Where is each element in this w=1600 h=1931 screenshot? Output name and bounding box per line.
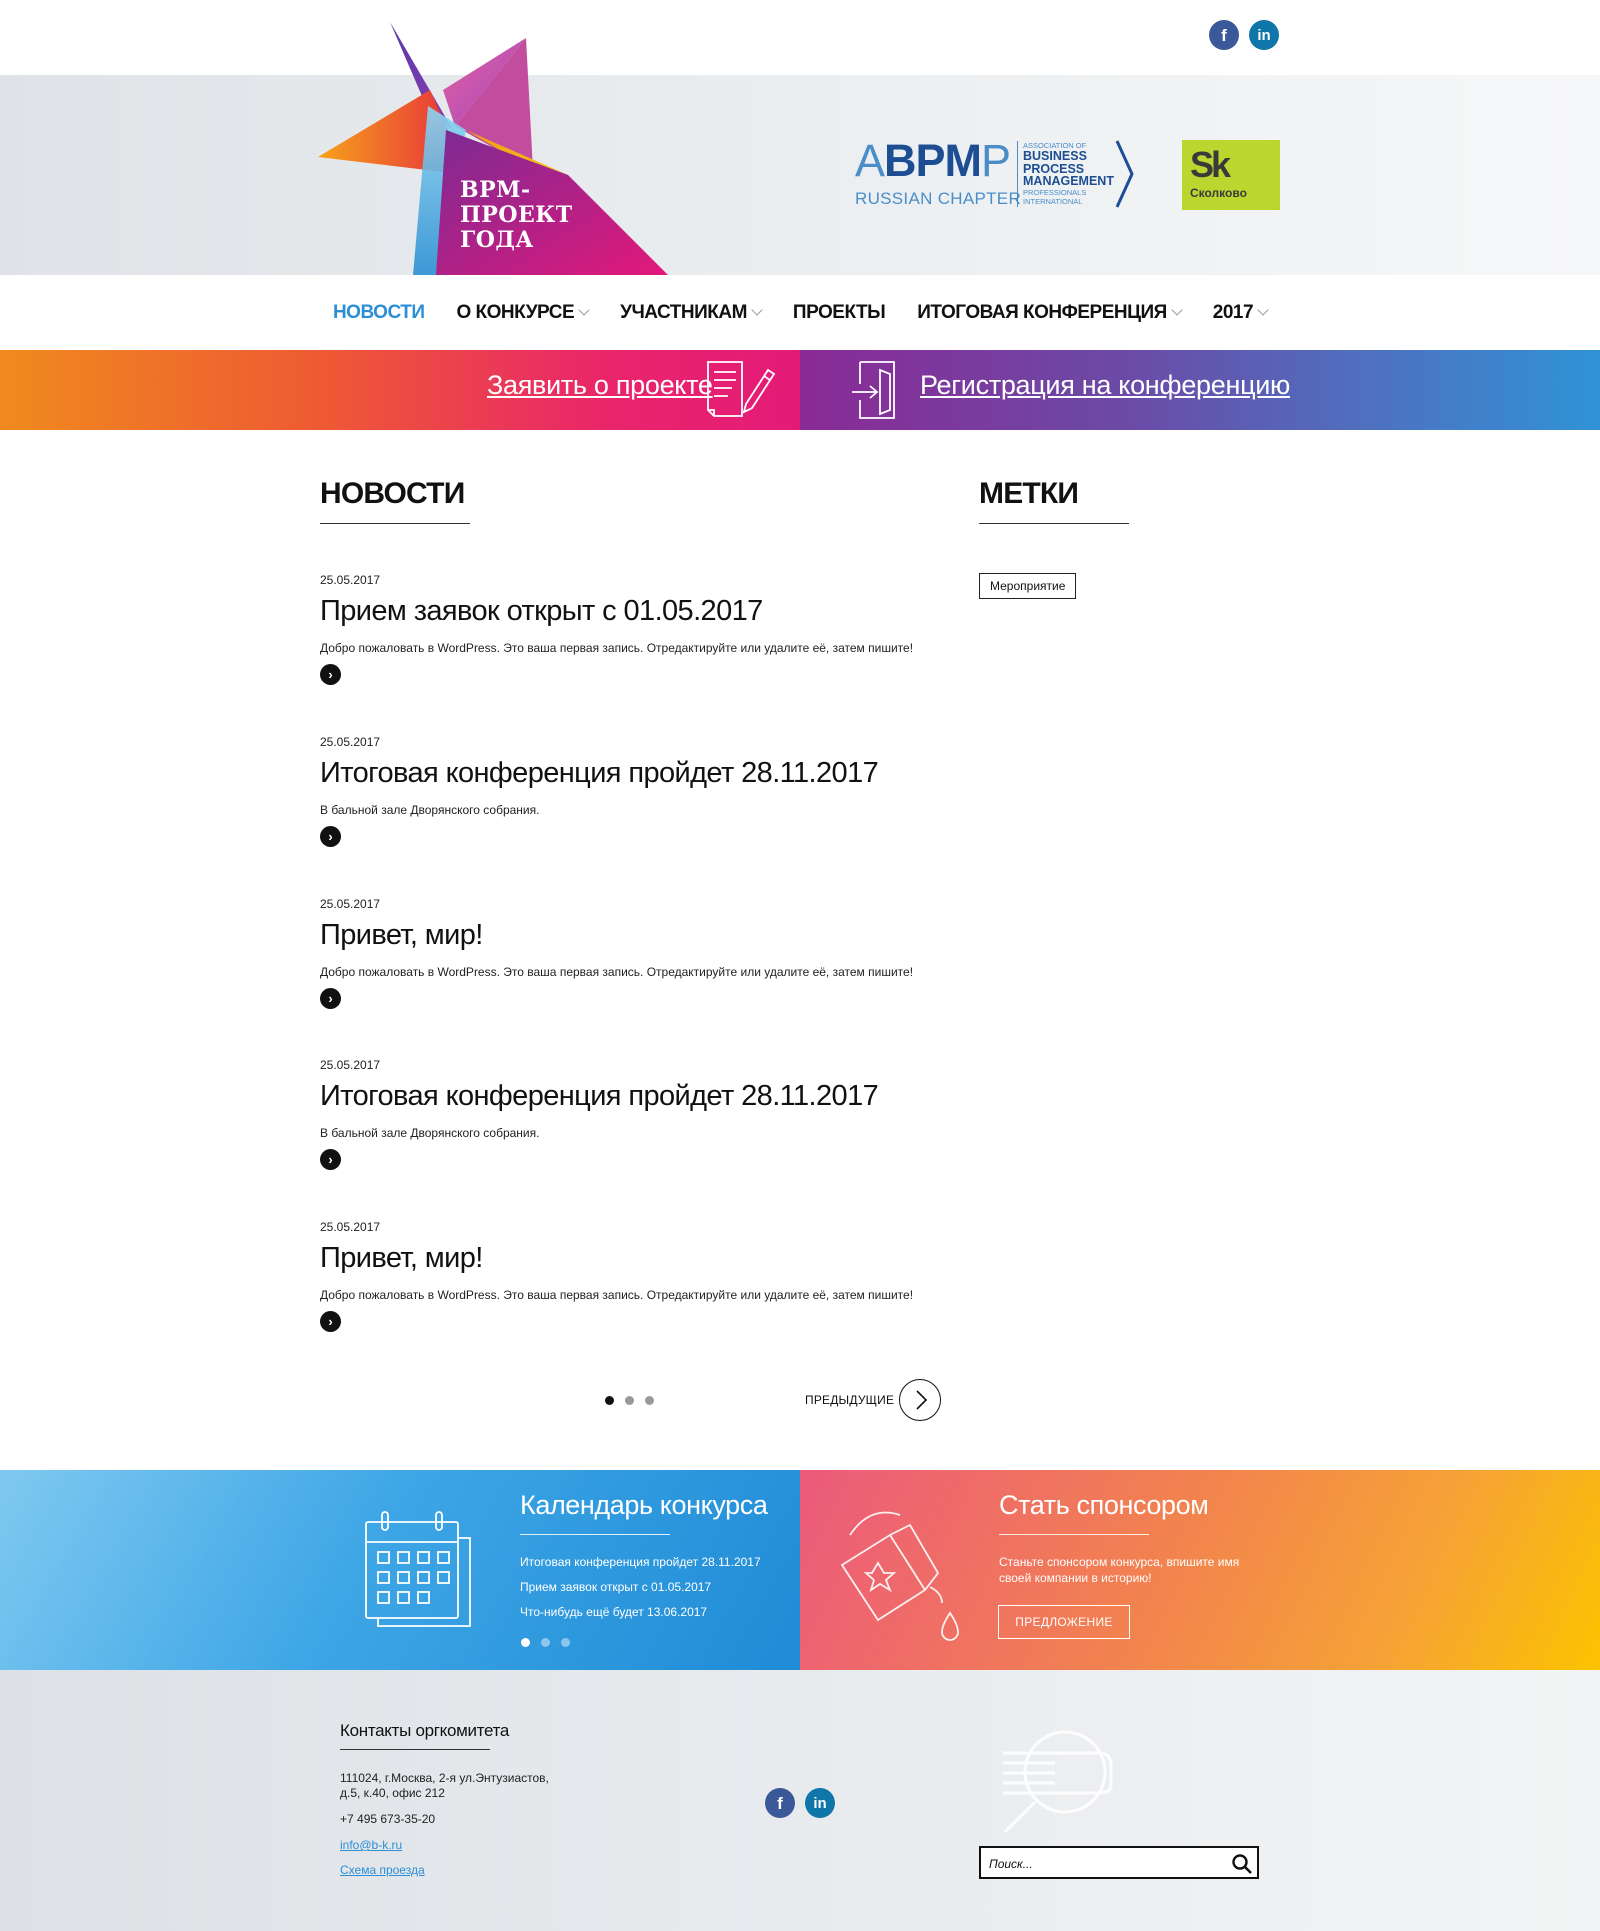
facebook-icon[interactable]: f (1209, 20, 1239, 50)
abpmp-wordmark: ABPMP (855, 135, 1011, 186)
news-section-title: НОВОСТИ (320, 477, 465, 510)
nav-item-projects[interactable]: ПРОЕКТЫ (777, 302, 901, 324)
sponsor-text: Станьте спонсором конкурса, впишите имя (999, 1555, 1240, 1569)
read-more-arrow-icon[interactable]: › (320, 1311, 341, 1332)
news-date: 25.05.2017 (320, 897, 381, 911)
search-icon[interactable] (1231, 1853, 1253, 1875)
read-more-arrow-icon[interactable]: › (320, 1149, 341, 1170)
footer-address: 111024, г.Москва, 2-я ул.Энтузиастов, (340, 1771, 549, 1785)
document-pen-icon (707, 361, 776, 417)
nav-item-conference[interactable]: ИТОГОВАЯ КОНФЕРЕНЦИЯ (901, 302, 1197, 324)
sponsor-offer-button[interactable]: ПРЕДЛОЖЕНИЕ (998, 1605, 1130, 1639)
watering-can-icon (840, 1511, 959, 1641)
read-more-arrow-icon[interactable]: › (320, 664, 341, 685)
footer (0, 1670, 1600, 1931)
read-more-arrow-icon[interactable]: › (320, 826, 341, 847)
tags-section-title: МЕТКИ (979, 477, 1079, 510)
calendar-slide-dot-3[interactable] (561, 1638, 570, 1647)
door-enter-icon (852, 361, 895, 419)
calendar-title: Календарь конкурса (520, 1490, 768, 1520)
calendar-icon (365, 1511, 471, 1627)
calendar-event: Что-нибудь ещё будет 13.06.2017 (520, 1605, 708, 1619)
skolkovo-mark: Sk (1190, 144, 1231, 185)
cta-register-conference[interactable]: Регистрация на конференцию (800, 350, 1600, 430)
news-date: 25.05.2017 (320, 735, 381, 749)
skolkovo-label: Сколково (1190, 186, 1247, 200)
nav-item-about[interactable]: О КОНКУРСЕ (440, 302, 604, 324)
news-excerpt: В бальной зале Дворянского собрания. (320, 1126, 540, 1140)
pagination-dot-1[interactable] (605, 1396, 614, 1405)
news-excerpt: В бальной зале Дворянского собрания. (320, 803, 540, 817)
news-title-link[interactable]: Привет, мир! (320, 1242, 483, 1275)
cta-submit-project[interactable]: Заявить о проекте (0, 350, 800, 430)
abpmp-association-text: ASSOCIATION OF BUSINESS PROCESS MANAGEME… (1023, 141, 1114, 206)
logo-line-2: ПРОЕКТ (460, 202, 573, 228)
magnifier-decoration-icon (1003, 1730, 1113, 1834)
news-title-link[interactable]: Прием заявок открыт с 01.05.2017 (320, 595, 763, 628)
abpmp-subtitle: RUSSIAN CHAPTER (855, 189, 1022, 208)
calendar-slide-dot-1[interactable] (521, 1638, 530, 1647)
submit-project-link[interactable]: Заявить о проекте (487, 370, 713, 401)
previous-posts-label[interactable]: ПРЕДЫДУЩИЕ (805, 1393, 894, 1407)
pagination-dot-3[interactable] (645, 1396, 654, 1405)
footer-email-link[interactable]: info@b-k.ru (340, 1838, 402, 1852)
logo-line-1: BPM- (460, 177, 531, 203)
chevron-right-icon (916, 1390, 928, 1410)
news-date: 25.05.2017 (320, 1220, 381, 1234)
calendar-slide-dot-2[interactable] (541, 1638, 550, 1647)
top-strip (0, 0, 1600, 75)
footer-search (979, 1846, 1259, 1879)
news-date: 25.05.2017 (320, 1058, 381, 1072)
news-excerpt: Добро пожаловать в WordPress. Это ваша п… (320, 1288, 914, 1302)
sponsor-title: Стать спонсором (999, 1490, 1209, 1520)
facebook-icon[interactable]: f (765, 1788, 795, 1818)
footer-map-link[interactable]: Схема проезда (340, 1863, 425, 1877)
previous-posts-button[interactable] (899, 1379, 941, 1421)
sponsor-title-underline (999, 1534, 1149, 1535)
chevron-down-icon (1257, 304, 1269, 316)
linkedin-icon[interactable]: in (1249, 20, 1279, 50)
abpmp-chevron-icon (1115, 140, 1134, 208)
main-nav: НОВОСТИ О КОНКУРСЕ УЧАСТНИКАМ ПРОЕКТЫ ИТ… (0, 275, 1600, 350)
calendar-event: Прием заявок открыт с 01.05.2017 (520, 1580, 712, 1594)
news-excerpt: Добро пожаловать в WordPress. Это ваша п… (320, 965, 914, 979)
register-conference-link[interactable]: Регистрация на конференцию (920, 370, 1290, 401)
read-more-arrow-icon[interactable]: › (320, 988, 341, 1009)
calendar-title-underline (520, 1534, 670, 1535)
news-title-link[interactable]: Итоговая конференция пройдет 28.11.2017 (320, 757, 879, 790)
news-title-underline (320, 523, 470, 524)
news-date: 25.05.2017 (320, 573, 381, 587)
logo-line-3: ГОДА (460, 227, 534, 253)
abpmp-divider (1017, 141, 1018, 207)
linkedin-icon[interactable]: in (805, 1788, 835, 1818)
sponsor-panel: Стать спонсором Станьте спонсором конкур… (800, 1470, 1600, 1670)
logo-title: BPM- ПРОЕКТ ГОДА (460, 178, 573, 253)
header-band (0, 75, 1600, 275)
nav-item-news[interactable]: НОВОСТИ (317, 302, 441, 324)
news-excerpt: Добро пожаловать в WordPress. Это ваша п… (320, 641, 914, 655)
nav-item-participants[interactable]: УЧАСТНИКАМ (604, 302, 777, 324)
pagination-dot-2[interactable] (625, 1396, 634, 1405)
chevron-down-icon (751, 304, 763, 316)
nav-item-year[interactable]: 2017 (1197, 302, 1283, 324)
chevron-down-icon (578, 304, 590, 316)
chevron-down-icon (1171, 304, 1183, 316)
tag-event[interactable]: Мероприятие (979, 573, 1077, 599)
footer-contacts-title: Контакты оргкомитета (340, 1721, 510, 1740)
footer-title-underline (340, 1749, 490, 1750)
sponsor-text: своей компании в историю! (999, 1571, 1152, 1585)
skolkovo-partner-logo[interactable]: Sk Сколково (1182, 140, 1280, 210)
calendar-event: Итоговая конференция пройдет 28.11.2017 (520, 1555, 761, 1569)
footer-address: д.5, к.40, офис 212 (340, 1786, 445, 1800)
news-title-link[interactable]: Итоговая конференция пройдет 28.11.2017 (320, 1080, 879, 1113)
news-title-link[interactable]: Привет, мир! (320, 919, 483, 952)
tags-title-underline (979, 523, 1129, 524)
search-input[interactable] (987, 1848, 1221, 1879)
calendar-panel: Календарь конкурса Итоговая конференция … (0, 1470, 800, 1670)
footer-phone: +7 495 673-35-20 (340, 1812, 436, 1826)
